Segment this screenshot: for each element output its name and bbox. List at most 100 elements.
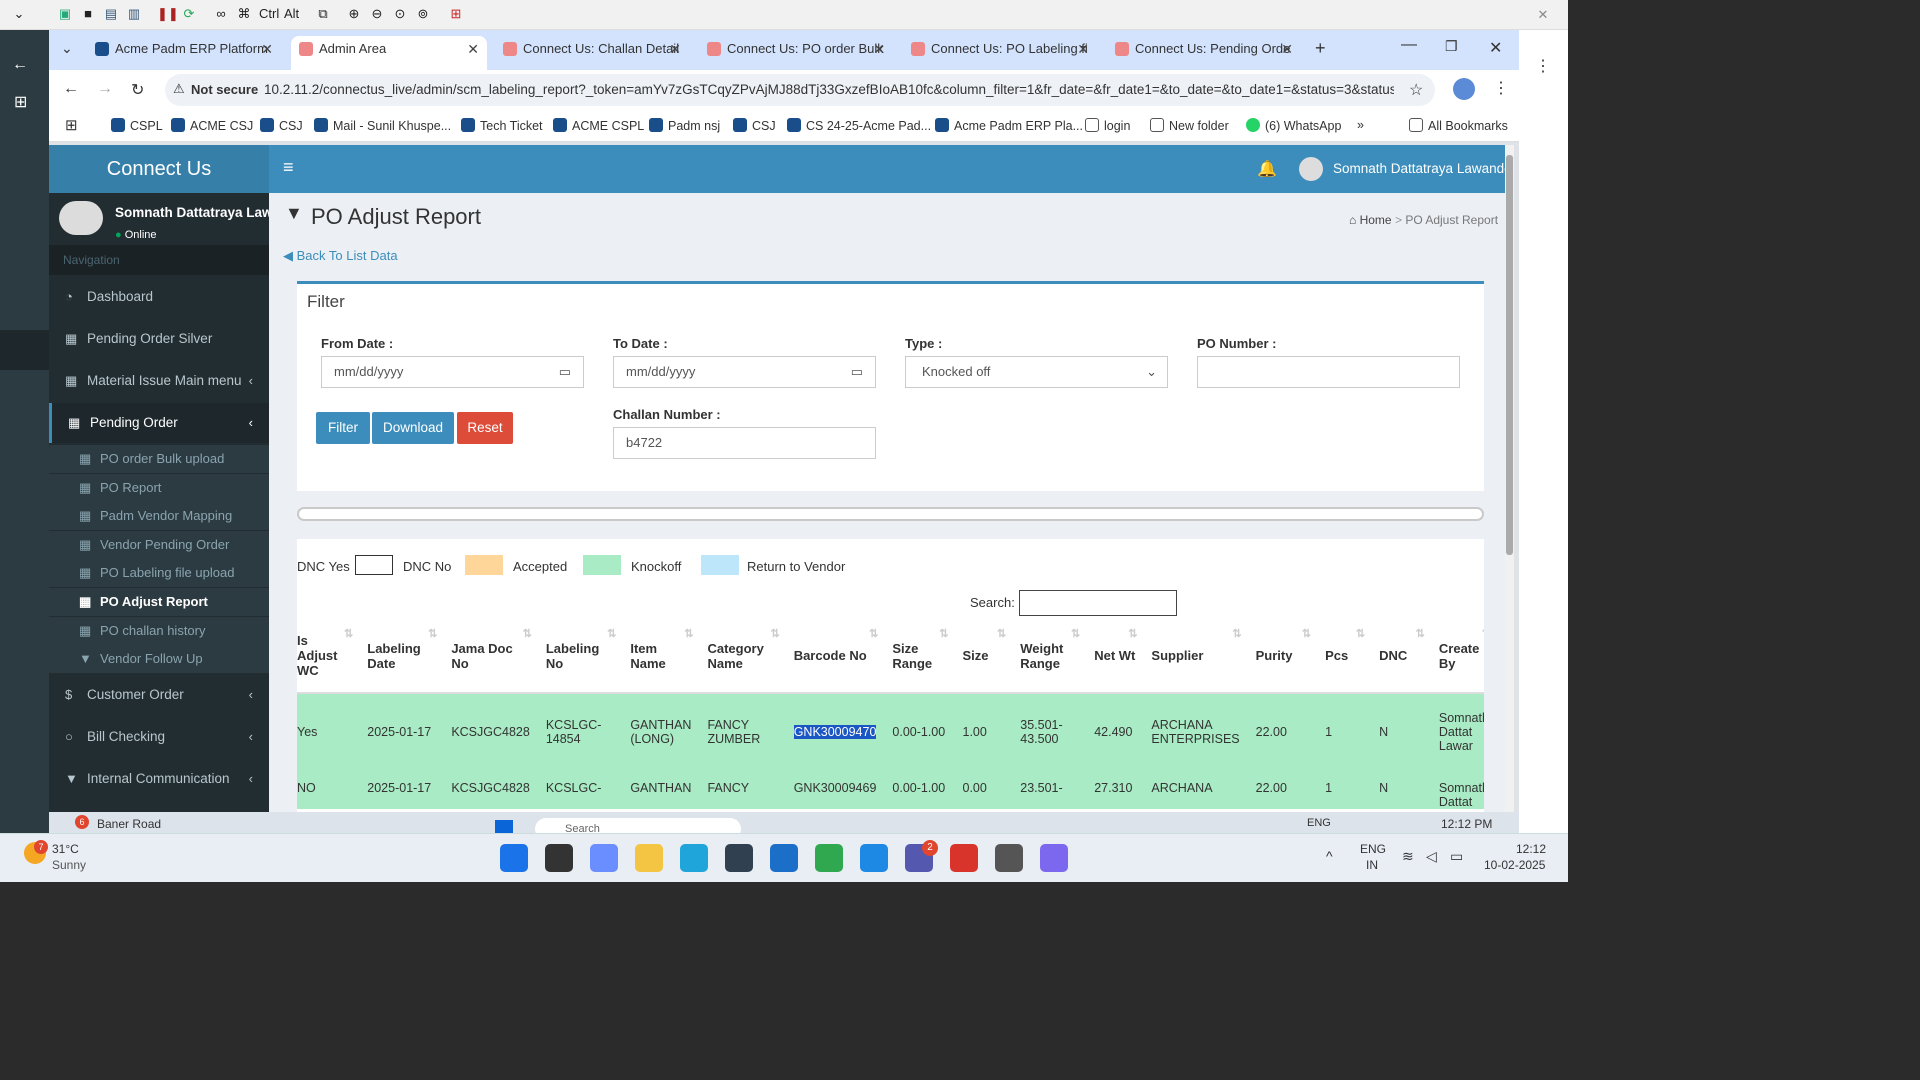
sort-icon[interactable]: ⇅	[869, 627, 878, 640]
save-icon[interactable]: ■	[79, 5, 97, 23]
copy-icon[interactable]: ⧉	[314, 5, 332, 23]
bookmark-item[interactable]: Mail - Sunil Khuspe...	[314, 118, 451, 133]
pause-icon[interactable]: ❚❚	[157, 5, 179, 23]
page-scrollbar[interactable]	[1505, 145, 1514, 833]
security-chip[interactable]: Not secure	[191, 82, 258, 97]
avatar[interactable]	[1299, 157, 1323, 181]
column-header[interactable]: Is Adjust WC ⇅	[297, 619, 360, 694]
column-header[interactable]: Size ⇅	[954, 619, 1013, 694]
sidebar-item-material-issue[interactable]: ▦ Material Issue Main menu ‹	[49, 361, 269, 401]
all-bookmarks-button[interactable]: All Bookmarks	[1409, 118, 1508, 133]
sort-icon[interactable]: ⇅	[428, 627, 437, 640]
bookmark-item[interactable]: CSJ	[260, 118, 303, 133]
type-select[interactable]: Knocked off ⌄	[905, 356, 1168, 388]
binoculars-icon[interactable]: ∞	[212, 5, 230, 23]
column-header[interactable]: Item Name ⇅	[622, 619, 700, 694]
bookmark-item[interactable]: CSJ	[733, 118, 776, 133]
close-icon[interactable]: ✕	[261, 36, 273, 62]
sort-icon[interactable]: ⇅	[997, 627, 1006, 640]
column-header[interactable]: Labeling No ⇅	[537, 619, 623, 694]
new-tab-icon[interactable]: +	[1315, 38, 1326, 59]
table-row[interactable]: Yes 2025-01-17 KCSJGC4828 KCSLGC-14854 GANTH…	[297, 693, 1484, 769]
chrome-icon[interactable]	[815, 844, 843, 872]
tab-challan-detail[interactable]: Connect Us: Challan Detail ✕	[495, 36, 689, 70]
sidebar-item-pending-order[interactable]: ▦ Pending Order ‹	[49, 403, 269, 443]
sort-icon[interactable]: ⇅	[523, 627, 532, 640]
app-icon[interactable]	[1040, 844, 1068, 872]
zoom-actual-icon[interactable]: ⊚	[414, 5, 432, 23]
zoom-in-icon[interactable]: ⊕	[345, 5, 363, 23]
bookmark-item[interactable]: Acme Padm ERP Pla...	[935, 118, 1083, 133]
sidebar-item-customer-order[interactable]: $ Customer Order ‹	[49, 675, 269, 715]
sidebar-subitem[interactable]: ▦ PO Labeling file upload	[49, 559, 269, 588]
edge-icon[interactable]	[680, 844, 708, 872]
sidebar-subitem[interactable]: ▦ PO order Bulk upload	[49, 445, 269, 473]
taskview-icon[interactable]	[545, 844, 573, 872]
sidebar-item-dashboard[interactable]: ◔ Dashboard	[49, 277, 269, 317]
hamburger-icon[interactable]: ≡	[283, 157, 294, 178]
bookmark-item[interactable]: New folder	[1150, 118, 1229, 133]
scroll-thumb[interactable]	[1506, 155, 1513, 555]
close-window-icon[interactable]: ✕	[1489, 38, 1502, 58]
column-header[interactable]: Create By⇅	[1430, 619, 1484, 694]
sidebar-subitem[interactable]: ▦ PO Report	[49, 473, 269, 502]
column-header[interactable]: Category Name ⇅	[699, 619, 786, 694]
brand-logo[interactable]: Connect Us	[49, 145, 269, 193]
close-icon[interactable]: ✕	[1281, 36, 1293, 62]
sidebar-subitem[interactable]: ▼ Vendor Follow Up	[49, 645, 269, 674]
column-header[interactable]: Purity ⇅	[1247, 619, 1318, 694]
fullscreen-icon[interactable]: ⊞	[447, 5, 465, 23]
back-icon[interactable]: ←	[63, 80, 79, 98]
column-header[interactable]: Pcs ⇅	[1317, 619, 1372, 694]
file-icon[interactable]: ▥	[125, 5, 143, 23]
sidebar-subitem[interactable]: ▦ Padm Vendor Mapping	[49, 502, 269, 531]
refresh-icon[interactable]: ⟳	[180, 5, 198, 23]
sort-icon[interactable]: ⇅	[1302, 627, 1311, 640]
close-icon[interactable]: ✕	[1534, 6, 1552, 24]
zoom-out-icon[interactable]: ⊖	[368, 5, 386, 23]
column-header[interactable]: Jama Doc No ⇅	[443, 619, 538, 694]
bookmark-item[interactable]: CS 24-25-Acme Pad...	[787, 118, 931, 133]
sort-icon[interactable]: ⇅	[684, 627, 693, 640]
calculator-icon[interactable]	[995, 844, 1023, 872]
sort-icon[interactable]: ⇅	[1232, 627, 1241, 640]
back-icon[interactable]: ←	[12, 56, 28, 74]
search-input[interactable]	[1019, 590, 1177, 616]
sort-icon[interactable]: ⇅	[607, 627, 616, 640]
column-header[interactable]: Labeling Date ⇅	[359, 619, 444, 694]
star-icon[interactable]: ☆	[1409, 80, 1423, 100]
chevron-down-icon[interactable]: ⌄	[10, 5, 28, 23]
clipboard-icon[interactable]: ▤	[102, 5, 120, 23]
filter-button[interactable]: Filter	[316, 412, 370, 444]
sort-icon[interactable]: ⇅	[1128, 627, 1137, 640]
back-to-list-link[interactable]: ◀ Back To List Data	[283, 248, 398, 264]
chevron-up-icon[interactable]: ^	[1326, 848, 1333, 864]
tab-po-labeling[interactable]: Connect Us: PO Labeling fi ✕	[903, 36, 1097, 70]
lang-secondary[interactable]: IN	[1366, 858, 1378, 872]
reset-button[interactable]: Reset	[457, 412, 513, 444]
bookmark-item[interactable]: CSPL	[111, 118, 163, 133]
bookmark-item[interactable]: Tech Ticket	[461, 118, 543, 133]
lang-primary[interactable]: ENG	[1360, 842, 1386, 856]
bookmark-item[interactable]: (6) WhatsApp	[1246, 118, 1341, 133]
column-header[interactable]: Net Wt ⇅	[1086, 619, 1144, 694]
calendar-icon[interactable]: ▭	[851, 357, 863, 387]
wps-icon[interactable]	[950, 844, 978, 872]
from-date-input[interactable]: mm/dd/yyyy ▭	[321, 356, 584, 388]
close-icon[interactable]: ✕	[1077, 36, 1089, 62]
sidebar-subitem[interactable]: ▦ PO challan history	[49, 616, 269, 645]
phone-icon[interactable]	[860, 844, 888, 872]
sort-icon[interactable]: ⇅	[1356, 627, 1365, 640]
warning-icon[interactable]: ⚠	[173, 81, 185, 97]
windows-logo-icon[interactable]	[495, 820, 513, 833]
forward-icon[interactable]: →	[97, 80, 113, 98]
menu-icon[interactable]: ⋮	[1493, 78, 1509, 98]
zoom-fit-icon[interactable]: ⊙	[391, 5, 409, 23]
column-header[interactable]: Barcode No ⇅	[785, 619, 885, 694]
more-icon[interactable]: ⋮	[1535, 56, 1551, 76]
tab-po-order-bulk[interactable]: Connect Us: PO order Bulk ✕	[699, 36, 893, 70]
sidebar-item-pending-order-silver[interactable]: ▦ Pending Order Silver	[49, 319, 269, 359]
reload-icon[interactable]: ↻	[131, 80, 144, 100]
bookmark-item[interactable]: login	[1085, 118, 1130, 133]
close-icon[interactable]: ✕	[467, 36, 479, 62]
